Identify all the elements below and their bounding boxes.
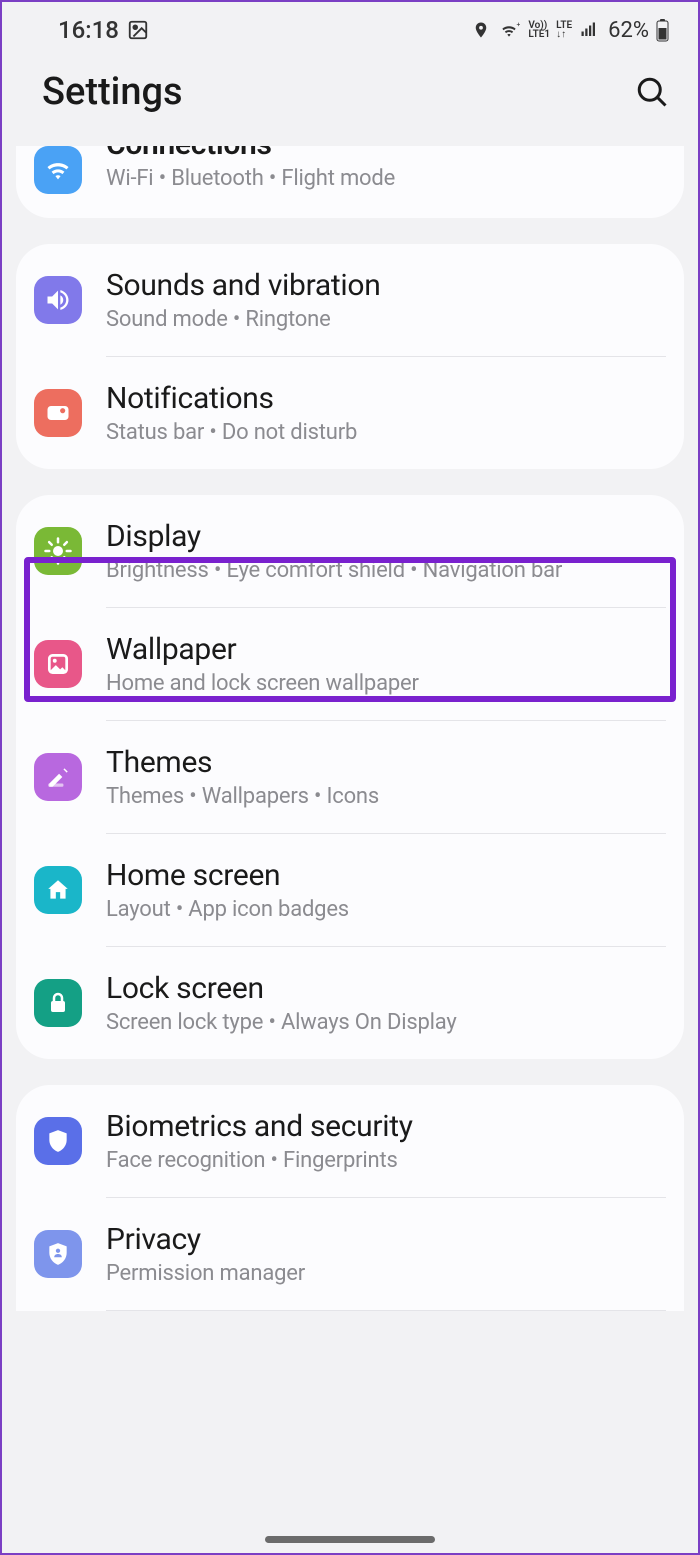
item-title: Display — [106, 519, 666, 554]
settings-group: Connections Wi-Fi • Bluetooth • Flight m… — [16, 146, 684, 218]
battery-percent: 62% — [608, 18, 649, 43]
item-title: Connections — [106, 146, 666, 162]
status-bar: 16:18 + Vo))LTE1 LTE↓↑ 62% — [2, 2, 698, 52]
item-text: Biometrics and security Face recognition… — [106, 1109, 666, 1173]
item-title: Sounds and vibration — [106, 268, 666, 303]
settings-item-display[interactable]: Display Brightness • Eye comfort shield … — [16, 495, 684, 607]
volte-indicator: Vo))LTE1 — [528, 21, 550, 39]
settings-item-themes[interactable]: Themes Themes • Wallpapers • Icons — [16, 721, 684, 833]
settings-item-home-screen[interactable]: Home screen Layout • App icon badges — [16, 834, 684, 946]
item-title: Privacy — [106, 1222, 666, 1257]
item-subtitle: Themes • Wallpapers • Icons — [106, 784, 666, 809]
settings-item-connections[interactable]: Connections Wi-Fi • Bluetooth • Flight m… — [16, 146, 684, 218]
status-bar-right: + Vo))LTE1 LTE↓↑ 62% — [472, 18, 670, 43]
wifi-icon: + — [496, 20, 522, 40]
item-subtitle: Home and lock screen wallpaper — [106, 671, 666, 696]
item-subtitle: Status bar • Do not disturb — [106, 420, 666, 445]
settings-item-biometrics[interactable]: Biometrics and security Face recognition… — [16, 1085, 684, 1197]
item-text: Themes Themes • Wallpapers • Icons — [106, 745, 666, 809]
item-text: Display Brightness • Eye comfort shield … — [106, 519, 666, 583]
settings-item-sounds[interactable]: Sounds and vibration Sound mode • Ringto… — [16, 244, 684, 356]
item-text: Home screen Layout • App icon badges — [106, 858, 666, 922]
item-text: Privacy Permission manager — [106, 1222, 666, 1286]
location-icon — [472, 19, 490, 41]
item-title: Wallpaper — [106, 632, 666, 667]
item-text: Sounds and vibration Sound mode • Ringto… — [106, 268, 666, 332]
settings-item-lock-screen[interactable]: Lock screen Screen lock type • Always On… — [16, 947, 684, 1059]
header: Settings — [2, 52, 698, 146]
settings-item-notifications[interactable]: Notifications Status bar • Do not distur… — [16, 357, 684, 469]
settings-group: Biometrics and security Face recognition… — [16, 1085, 684, 1311]
wallpaper-icon — [34, 640, 82, 688]
item-title: Biometrics and security — [106, 1109, 666, 1144]
item-subtitle: Sound mode • Ringtone — [106, 307, 666, 332]
themes-icon — [34, 753, 82, 801]
settings-item-wallpaper[interactable]: Wallpaper Home and lock screen wallpaper — [16, 608, 684, 720]
search-icon[interactable] — [634, 74, 670, 110]
item-subtitle: Permission manager — [106, 1261, 666, 1286]
item-title: Themes — [106, 745, 666, 780]
item-text: Wallpaper Home and lock screen wallpaper — [106, 632, 666, 696]
lock-icon — [34, 979, 82, 1027]
sound-icon — [34, 276, 82, 324]
settings-item-privacy[interactable]: Privacy Permission manager — [16, 1198, 684, 1310]
settings-group: Sounds and vibration Sound mode • Ringto… — [16, 244, 684, 469]
home-icon — [34, 866, 82, 914]
item-subtitle: Brightness • Eye comfort shield • Naviga… — [106, 558, 666, 583]
signal-icon — [578, 21, 600, 39]
item-subtitle: Screen lock type • Always On Display — [106, 1010, 666, 1035]
item-text: Lock screen Screen lock type • Always On… — [106, 971, 666, 1035]
item-subtitle: Layout • App icon badges — [106, 897, 666, 922]
svg-text:+: + — [517, 21, 521, 29]
battery-icon — [655, 18, 670, 42]
lte-indicator: LTE↓↑ — [556, 21, 572, 39]
notification-icon — [34, 389, 82, 437]
status-time: 16:18 — [58, 16, 119, 44]
divider — [106, 1310, 666, 1311]
item-text: Connections Wi-Fi • Bluetooth • Flight m… — [106, 150, 666, 191]
item-title: Home screen — [106, 858, 666, 893]
brightness-icon — [34, 527, 82, 575]
image-icon — [127, 19, 149, 41]
item-subtitle: Face recognition • Fingerprints — [106, 1148, 666, 1173]
item-title: Lock screen — [106, 971, 666, 1006]
settings-group: Display Brightness • Eye comfort shield … — [16, 495, 684, 1059]
item-text: Notifications Status bar • Do not distur… — [106, 381, 666, 445]
item-subtitle: Wi-Fi • Bluetooth • Flight mode — [106, 166, 666, 191]
wifi-icon — [34, 146, 82, 194]
item-title: Notifications — [106, 381, 666, 416]
nav-pill[interactable] — [265, 1536, 435, 1543]
page-title: Settings — [42, 70, 183, 114]
privacy-icon — [34, 1230, 82, 1278]
status-bar-left: 16:18 — [58, 16, 149, 44]
shield-icon — [34, 1117, 82, 1165]
